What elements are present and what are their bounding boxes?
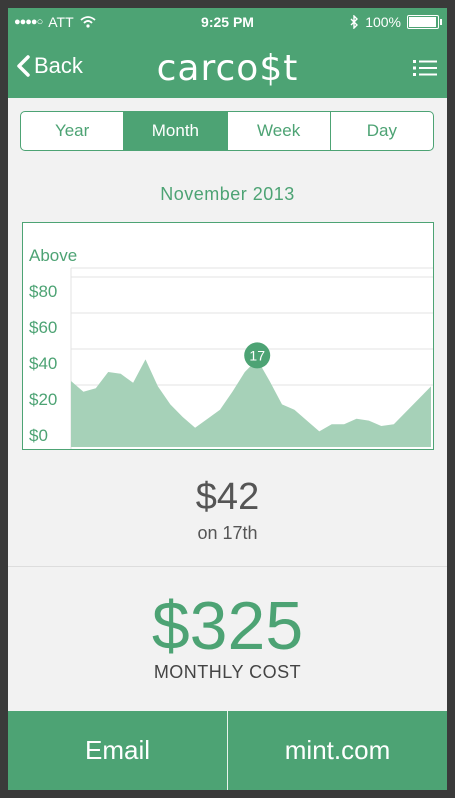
divider — [8, 566, 447, 567]
highlight-label: 17 — [249, 347, 265, 363]
status-bar: ●●●●○ ATT 9:25 PM 100% — [8, 8, 447, 36]
y-tick-label: $80 — [29, 282, 57, 301]
action-bar: Email mint.com — [8, 711, 447, 790]
selected-day: on 17th — [197, 523, 258, 543]
selected-amount: $42 — [195, 476, 260, 518]
cost-chart[interactable]: 17 Above $80 $60 $40 $20 $0 — [22, 222, 434, 450]
y-tick-label: $60 — [29, 318, 57, 337]
email-button[interactable]: Email — [8, 711, 228, 790]
series-area — [71, 359, 431, 447]
tab-month[interactable]: Month — [124, 112, 228, 150]
chart-note: Above — [29, 246, 77, 265]
header: ●●●●○ ATT 9:25 PM 100% Back carco$t — [8, 8, 447, 98]
app-screen: ●●●●○ ATT 9:25 PM 100% Back carco$t Year… — [8, 8, 447, 790]
chart-canvas: 17 Above $80 $60 $40 $20 $0 — [29, 246, 433, 449]
tab-day[interactable]: Day — [331, 112, 433, 150]
nav-bar: Back carco$t — [8, 40, 447, 98]
mint-button[interactable]: mint.com — [228, 711, 447, 790]
tab-year[interactable]: Year — [21, 112, 125, 150]
battery-level — [409, 17, 436, 27]
list-menu-icon[interactable] — [413, 58, 437, 78]
y-tick-label: $40 — [29, 354, 57, 373]
app-logo: carco$t — [156, 48, 299, 89]
monthly-cost: $325 MONTHLY COST — [8, 590, 447, 683]
monthly-amount: $325 — [151, 588, 304, 664]
battery-icon — [407, 15, 442, 29]
monthly-label: MONTHLY COST — [153, 662, 302, 682]
status-right: 100% — [350, 14, 442, 30]
period-tabs: Year Month Week Day — [20, 111, 434, 151]
y-tick-label: $0 — [29, 426, 48, 445]
period-title: November 2013 — [160, 184, 295, 204]
tab-week[interactable]: Week — [228, 112, 331, 150]
y-tick-label: $20 — [29, 390, 57, 409]
selected-value: $42 on 17th — [8, 476, 447, 544]
battery-percent: 100% — [365, 14, 401, 30]
bluetooth-icon — [350, 15, 359, 29]
